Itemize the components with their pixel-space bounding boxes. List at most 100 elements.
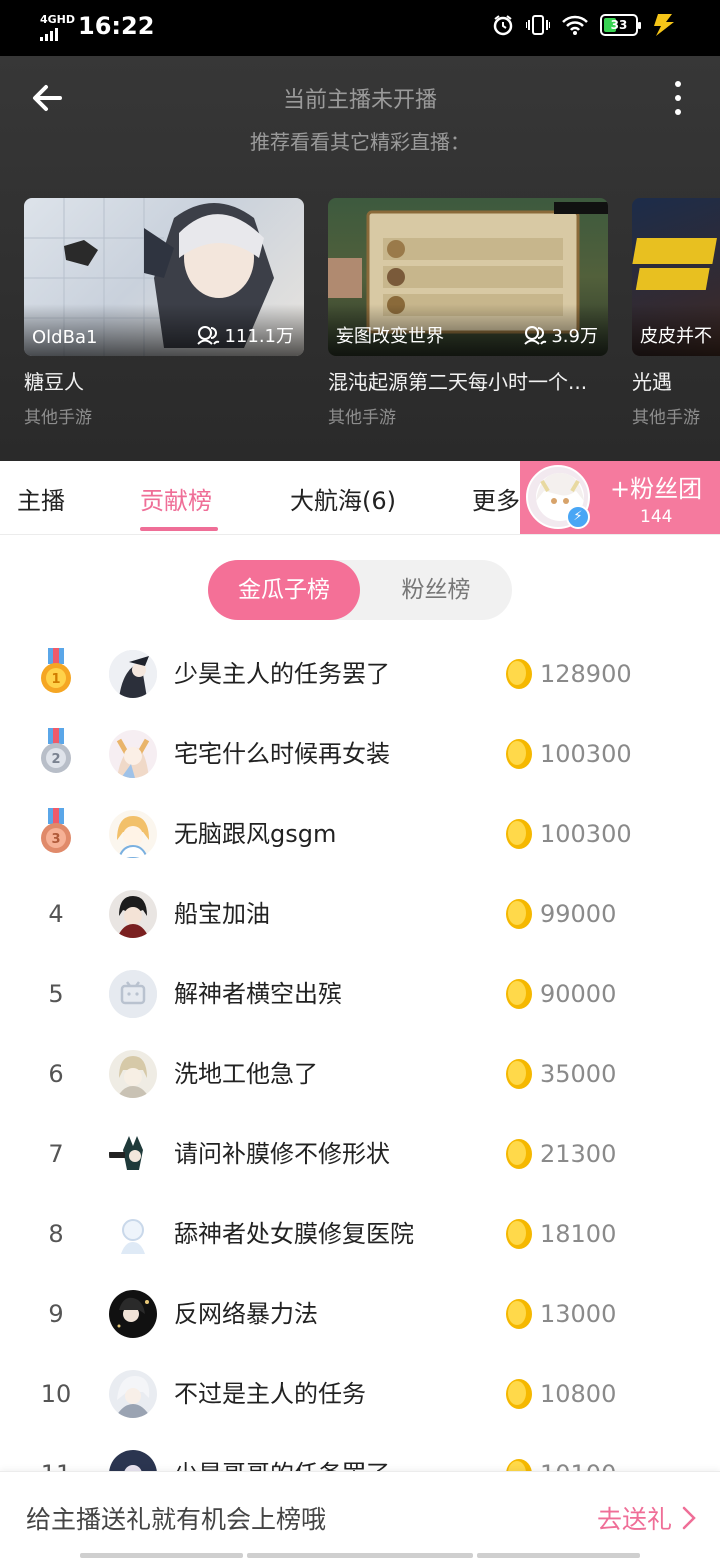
avatar [109, 1050, 157, 1098]
room-card[interactable]: 妄图改变世界 3.9万 混沌起源第二天每小时一个... 其他手游 [328, 198, 608, 428]
gold-seed-icon [504, 1218, 534, 1250]
status-bar: 4GHD 16:22 33 [0, 0, 720, 56]
ranking-row[interactable]: 5 解神者横空出殡 90000 [0, 954, 720, 1034]
wifi-icon [562, 15, 588, 35]
avatar [109, 1370, 157, 1418]
page-title: 当前主播未开播 [282, 88, 437, 113]
room-title: 糖豆人 [24, 370, 84, 394]
room-category: 其他手游 [328, 408, 396, 428]
room-category: 其他手游 [24, 408, 92, 428]
ranking-row[interactable]: 3 无脑跟风gsgm 100300 [0, 794, 720, 874]
contributor-name: 不过是主人的任务 [174, 1380, 366, 1408]
chevron-right-icon [682, 1506, 696, 1530]
charging-icon [650, 14, 680, 36]
avatar [109, 810, 157, 858]
tab-contribution[interactable]: 贡献榜 [140, 481, 212, 516]
ranking-row[interactable]: 6 洗地工他急了 35000 [0, 1034, 720, 1114]
contributor-name: 洗地工他急了 [174, 1060, 318, 1088]
ranking-row[interactable]: 11 少昊哥哥的任务罢了 10100 [0, 1434, 720, 1474]
contributor-name: 无脑跟风gsgm [174, 820, 337, 848]
fan-club-count: 144 [640, 507, 673, 527]
gift-hint: 给主播送礼就有机会上榜哦 [26, 1505, 327, 1534]
viewers-icon [197, 326, 220, 345]
send-gift-label: 去送礼 [596, 1505, 672, 1534]
room-title: 混沌起源第二天每小时一个... [328, 370, 588, 394]
ranking-row[interactable]: 1 少昊主人的任务罢了 128900 [0, 634, 720, 714]
ranking-row[interactable]: 8 舔神者处女膜修复医院 18100 [0, 1194, 720, 1274]
room-uploader: 皮皮并不 [640, 326, 712, 347]
ranking-toggle: 金瓜子榜 粉丝榜 [208, 560, 512, 620]
avatar [109, 1290, 157, 1338]
room-viewers: 3.9万 [523, 322, 598, 348]
gift-prompt-bar: 给主播送礼就有机会上榜哦 去送礼 [0, 1471, 720, 1560]
contributor-name: 船宝加油 [174, 900, 270, 928]
gold-seed-icon [504, 1378, 534, 1410]
vibrate-icon [526, 14, 550, 36]
ranking-row[interactable]: 7 请问补膜修不修形状 21300 [0, 1114, 720, 1194]
gold-seed-icon [504, 1058, 534, 1090]
toggle-gold-seeds[interactable]: 金瓜子榜 [208, 560, 360, 620]
ranking-row[interactable]: 10 不过是主人的任务 10800 [0, 1354, 720, 1434]
contribution-score: 18100 [540, 1220, 617, 1248]
svg-text:2: 2 [51, 752, 60, 767]
contribution-score: 100300 [540, 740, 632, 768]
system-nav-bar [0, 1553, 720, 1558]
more-menu-icon[interactable] [666, 78, 690, 118]
gold-seed-icon [504, 898, 534, 930]
tab-bar: 主播 贡献榜 大航海(6) 更多 ⚡ +粉丝团 144 [0, 461, 720, 535]
avatar [109, 970, 157, 1018]
page-subtitle: 推荐看看其它精彩直播： [250, 130, 470, 154]
room-viewer-count: 111.1万 [224, 326, 294, 347]
rank-number: 6 [48, 1060, 64, 1088]
contributor-name: 舔神者处女膜修复医院 [174, 1220, 414, 1248]
viewers-icon [524, 326, 547, 345]
svg-text:3: 3 [51, 832, 60, 847]
network-label: 4GHD [40, 13, 76, 26]
recommend-header: 当前主播未开播 推荐看看其它精彩直播： OldBa1 111.1万 糖豆人 其他… [0, 56, 720, 461]
contributor-name: 少昊主人的任务罢了 [174, 660, 390, 688]
room-uploader: 妄图改变世界 [336, 326, 444, 347]
gold-seed-icon [504, 738, 534, 770]
fan-club-button[interactable]: ⚡ +粉丝团 144 [520, 461, 720, 534]
ranking-row[interactable]: 9 反网络暴力法 13000 [0, 1274, 720, 1354]
gold-seed-icon [504, 1138, 534, 1170]
clock: 16:22 [78, 12, 155, 40]
signal-icon [40, 28, 75, 41]
contribution-score: 35000 [540, 1060, 617, 1088]
active-tab-indicator [140, 527, 218, 531]
battery-icon: 33 [600, 14, 641, 36]
send-gift-button[interactable]: 去送礼 [597, 1500, 696, 1536]
tab-voyage[interactable]: 大航海(6) [290, 481, 396, 516]
gold-seed-icon [504, 818, 534, 850]
rank-number: 4 [48, 900, 64, 928]
avatar [109, 650, 157, 698]
avatar [109, 1210, 157, 1258]
contribution-score: 99000 [540, 900, 617, 928]
contribution-score: 13000 [540, 1300, 617, 1328]
ranking-row[interactable]: 4 船宝加油 99000 [0, 874, 720, 954]
gold-seed-icon [504, 658, 534, 690]
contribution-score: 21300 [540, 1140, 617, 1168]
rank-number: 9 [48, 1300, 64, 1328]
contributor-name: 反网络暴力法 [174, 1300, 318, 1328]
svg-text:1: 1 [51, 672, 60, 687]
room-uploader: OldBa1 [32, 327, 98, 348]
tab-more[interactable]: 更多 [472, 481, 520, 516]
contributor-name: 宅宅什么时候再女装 [174, 740, 390, 768]
alarm-icon [492, 14, 514, 36]
contribution-score: 10800 [540, 1380, 617, 1408]
fan-club-label: +粉丝团 [610, 475, 703, 503]
room-card[interactable]: OldBa1 111.1万 糖豆人 其他手游 [24, 198, 304, 428]
ranking-list: 1 少昊主人的任务罢了 128900 2 宅宅什么时候再女装 100300 3 … [0, 634, 720, 1474]
tab-streamer[interactable]: 主播 [17, 481, 65, 516]
room-viewer-count: 3.9万 [551, 326, 598, 347]
recommended-rooms: OldBa1 111.1万 糖豆人 其他手游 妄图改变世界 3.9万 混沌起源第… [24, 198, 720, 428]
contribution-score: 90000 [540, 980, 617, 1008]
room-title: 光遇 [632, 370, 672, 394]
toggle-fans[interactable]: 粉丝榜 [360, 560, 512, 620]
gold-seed-icon [504, 1298, 534, 1330]
room-thumbnail: OldBa1 111.1万 [24, 198, 304, 356]
network-indicator: 4GHD [40, 14, 75, 41]
room-card[interactable]: 皮皮并不 光遇 其他手游 [632, 198, 720, 428]
ranking-row[interactable]: 2 宅宅什么时候再女装 100300 [0, 714, 720, 794]
